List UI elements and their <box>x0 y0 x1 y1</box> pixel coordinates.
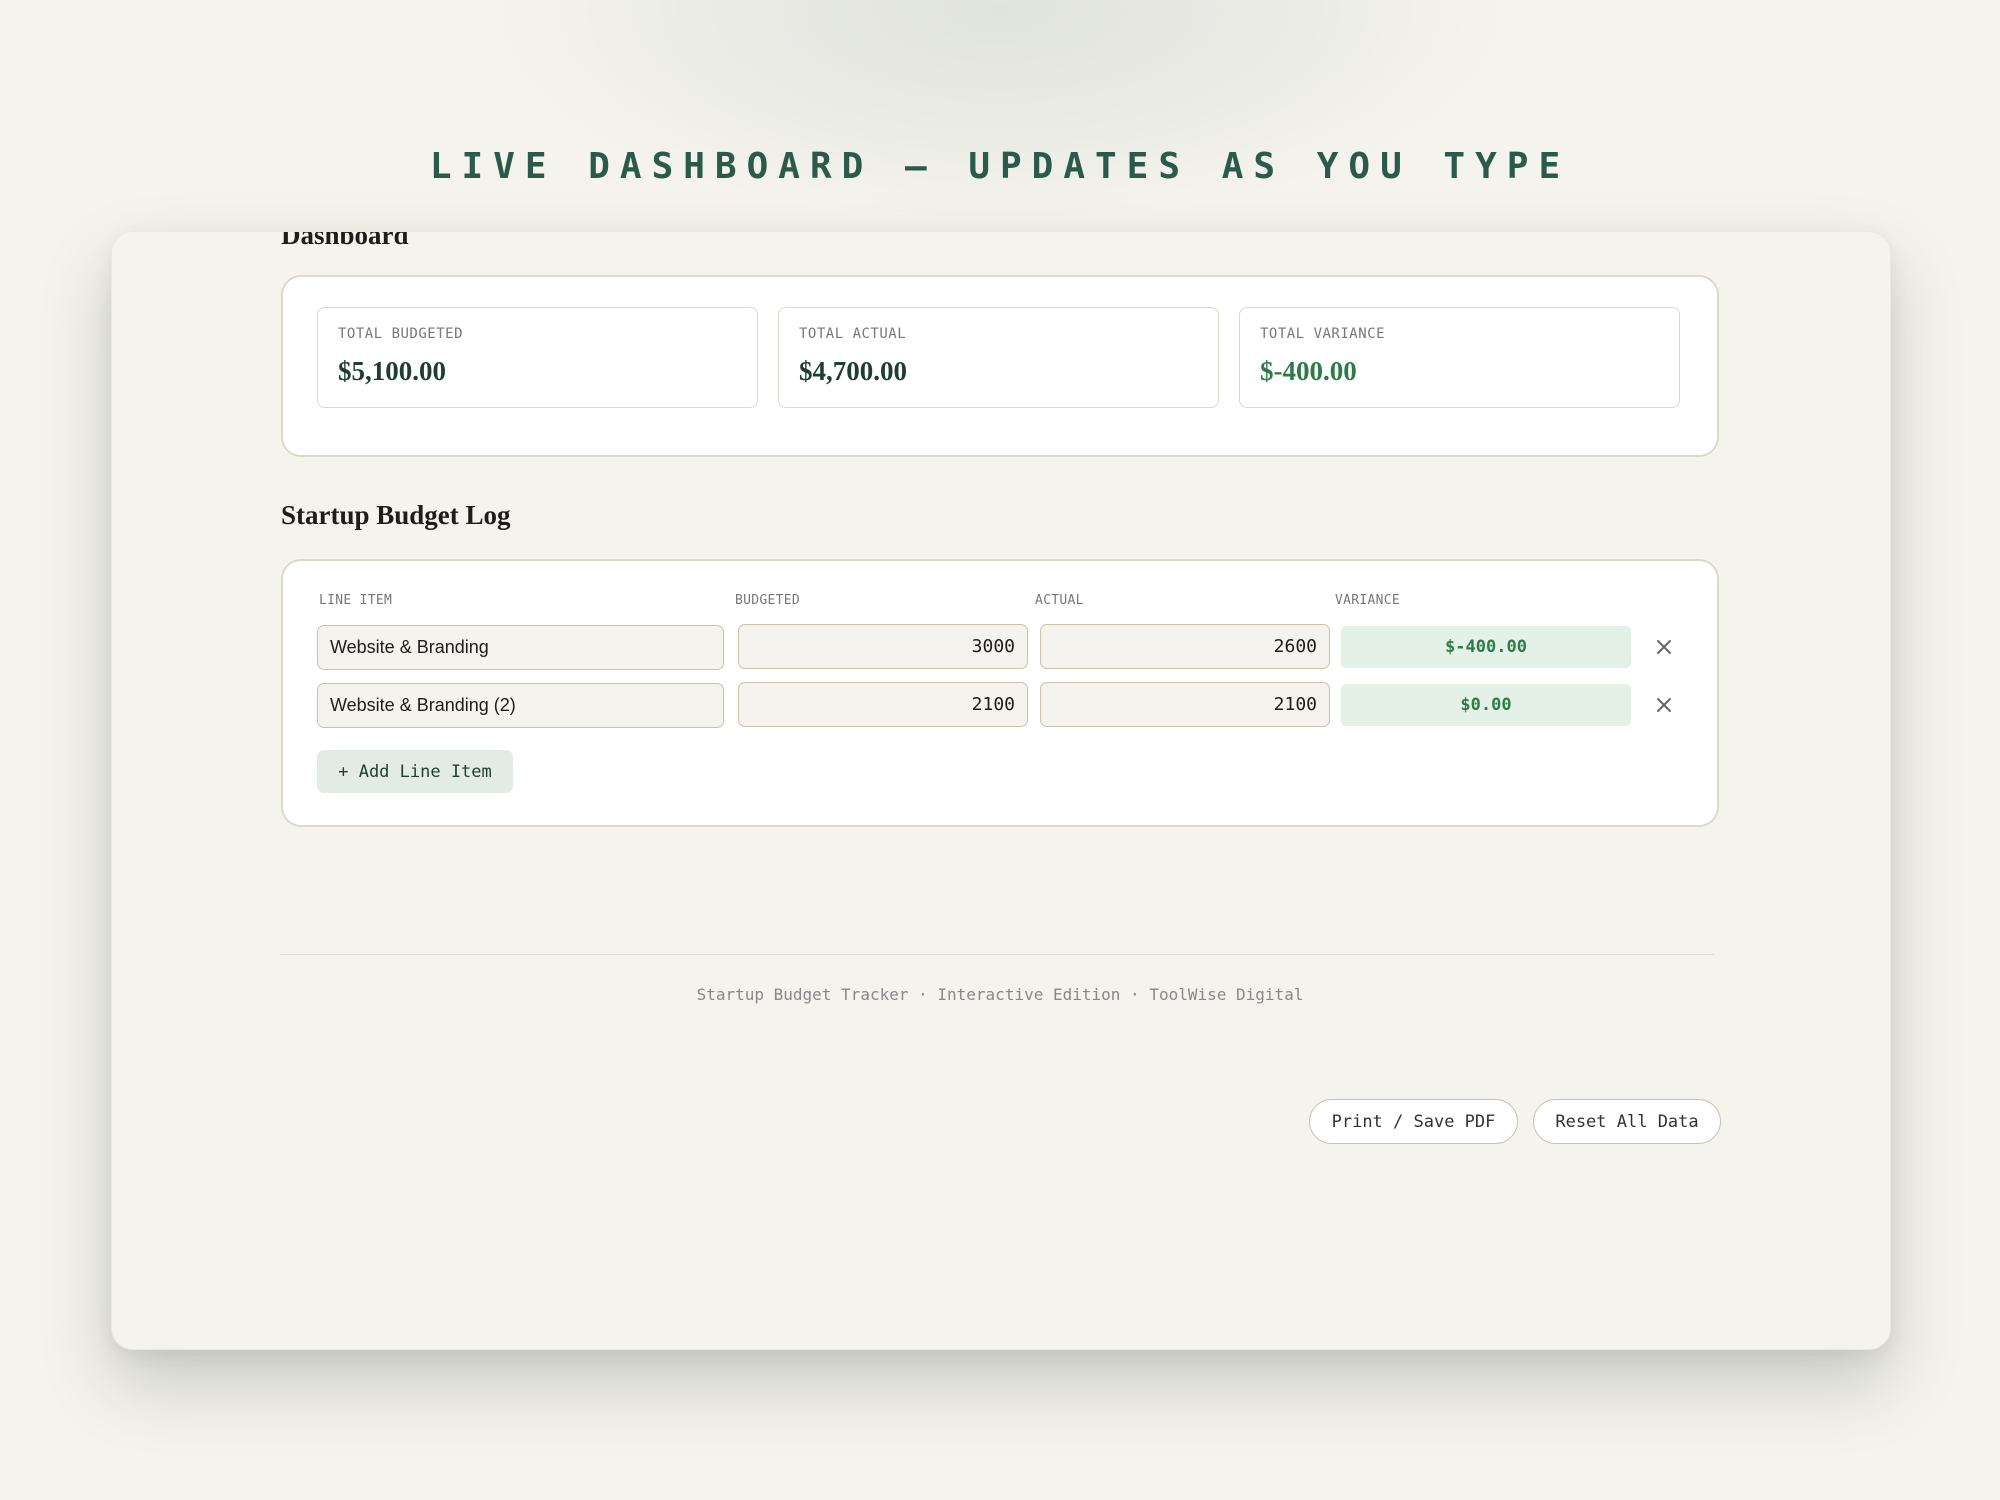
background-glow <box>500 0 1500 220</box>
column-header-actual: ACTUAL <box>1035 593 1084 608</box>
footer-divider <box>280 954 1714 955</box>
footer-text: Startup Budget Tracker · Interactive Edi… <box>696 985 1304 1004</box>
stat-value: $-400.00 <box>1260 356 1357 386</box>
line-item-name-input[interactable] <box>317 683 724 728</box>
variance-badge: $0.00 <box>1341 684 1631 726</box>
dashboard-card: TOTAL BUDGETED $5,100.00 TOTAL ACTUAL $4… <box>281 275 1719 457</box>
stat-label: TOTAL VARIANCE <box>1260 326 1386 342</box>
stat-label: TOTAL ACTUAL <box>799 326 907 342</box>
column-header-line-item: LINE ITEM <box>319 593 393 608</box>
column-header-variance: VARIANCE <box>1335 593 1401 608</box>
stat-total-actual: TOTAL ACTUAL $4,700.00 <box>778 307 1219 408</box>
actual-amount-input[interactable] <box>1040 682 1330 727</box>
variance-badge: $-400.00 <box>1341 626 1631 668</box>
stat-total-budgeted: TOTAL BUDGETED $5,100.00 <box>317 307 758 408</box>
stat-value: $5,100.00 <box>338 356 446 386</box>
actual-amount-input[interactable] <box>1040 624 1330 669</box>
budget-log-card: LINE ITEM BUDGETED ACTUAL VARIANCE $-400… <box>281 559 1719 827</box>
live-dashboard-banner: LIVE DASHBOARD — UPDATES AS YOU TYPE <box>429 146 1571 187</box>
stat-label: TOTAL BUDGETED <box>338 326 464 342</box>
budgeted-amount-input[interactable] <box>738 682 1028 727</box>
close-icon <box>1657 698 1671 712</box>
close-icon <box>1657 640 1671 654</box>
column-header-budgeted: BUDGETED <box>735 593 801 608</box>
line-item-name-input[interactable] <box>317 625 724 670</box>
print-save-pdf-button[interactable]: Print / Save PDF <box>1309 1099 1518 1144</box>
app-panel: Dashboard TOTAL BUDGETED $5,100.00 TOTAL… <box>111 231 1891 1350</box>
stat-value: $4,700.00 <box>799 356 907 386</box>
remove-row-button[interactable] <box>1649 632 1679 662</box>
add-line-item-button[interactable]: + Add Line Item <box>317 750 513 793</box>
budgeted-amount-input[interactable] <box>738 624 1028 669</box>
remove-row-button[interactable] <box>1649 690 1679 720</box>
dashboard-title: Dashboard <box>281 231 409 250</box>
budget-log-title: Startup Budget Log <box>281 500 511 530</box>
reset-all-data-button[interactable]: Reset All Data <box>1533 1099 1721 1144</box>
stat-total-variance: TOTAL VARIANCE $-400.00 <box>1239 307 1680 408</box>
